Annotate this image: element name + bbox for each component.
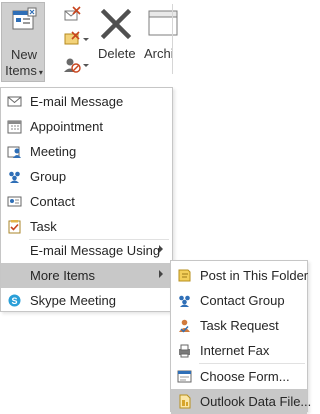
submenu-item-label: Internet Fax bbox=[200, 343, 270, 358]
submenu-arrow-icon bbox=[159, 270, 163, 278]
data-file-icon bbox=[179, 394, 191, 409]
menu-item-appointment[interactable]: Appointment bbox=[1, 114, 172, 139]
menu-item-label: Appointment bbox=[30, 119, 103, 134]
menu-item-label: Task bbox=[30, 219, 57, 234]
submenu-item-choose-form[interactable]: Choose Form... bbox=[171, 364, 307, 389]
delete-button[interactable]: Delete bbox=[94, 2, 140, 82]
new-items-menu: E-mail Message Appointment Meeting Group… bbox=[0, 87, 173, 312]
form-icon bbox=[177, 370, 192, 383]
submenu-item-label: Choose Form... bbox=[200, 369, 290, 384]
task-request-icon bbox=[179, 319, 190, 333]
archive-label: Archi bbox=[144, 46, 174, 61]
archive-button[interactable]: Archi bbox=[142, 2, 182, 82]
submenu-item-label: Post in This Folder bbox=[200, 268, 309, 283]
clean-up-icon[interactable] bbox=[63, 30, 89, 48]
contact-card-icon bbox=[7, 196, 22, 207]
new-items-label-line1: New bbox=[10, 47, 37, 62]
contact-group-icon bbox=[179, 295, 190, 307]
menu-item-label: Group bbox=[30, 169, 67, 184]
archive-icon bbox=[148, 10, 178, 36]
menu-item-more-items[interactable]: More Items bbox=[1, 263, 172, 288]
skype-icon: S bbox=[8, 294, 21, 307]
menu-item-label: E-mail Message bbox=[30, 94, 124, 109]
menu-item-label: Contact bbox=[30, 194, 75, 209]
submenu-item-task-request[interactable]: Task Request bbox=[171, 313, 307, 338]
menu-item-email-message-using[interactable]: E-mail Message Using bbox=[1, 238, 172, 263]
menu-item-skype-meeting[interactable]: S Skype Meeting bbox=[1, 288, 172, 313]
menu-item-label: E-mail Message Using bbox=[30, 243, 161, 258]
ribbon: New Items ▾ Delete Archi bbox=[0, 0, 310, 87]
junk-icon[interactable] bbox=[63, 56, 89, 74]
submenu-item-label: Outlook Data File... bbox=[200, 394, 312, 409]
new-items-label-line2: Items ▾ bbox=[5, 63, 43, 78]
submenu-arrow-icon bbox=[159, 245, 163, 253]
new-items-button[interactable]: New Items ▾ bbox=[1, 2, 45, 82]
menu-item-group[interactable]: Group bbox=[1, 164, 172, 189]
ribbon-divider bbox=[172, 4, 173, 74]
post-note-icon bbox=[178, 269, 191, 282]
submenu-item-post-in-this-folder[interactable]: Post in This Folder bbox=[171, 263, 309, 288]
menu-item-task[interactable]: Task bbox=[1, 214, 172, 239]
email-icon bbox=[7, 96, 22, 107]
submenu-item-label: Contact Group bbox=[200, 293, 285, 308]
svg-text:S: S bbox=[11, 296, 17, 306]
submenu-item-internet-fax[interactable]: Internet Fax bbox=[171, 338, 307, 363]
submenu-item-contact-group[interactable]: Contact Group bbox=[171, 288, 307, 313]
menu-item-label: More Items bbox=[30, 268, 96, 283]
menu-item-contact[interactable]: Contact bbox=[1, 189, 172, 214]
ignore-icon[interactable] bbox=[63, 6, 83, 24]
delete-x-icon bbox=[100, 8, 132, 40]
menu-item-label: Meeting bbox=[30, 144, 77, 159]
group-icon bbox=[9, 171, 20, 183]
delete-label: Delete bbox=[98, 46, 136, 61]
menu-item-email-message[interactable]: E-mail Message bbox=[1, 89, 172, 114]
submenu-item-label: Task Request bbox=[200, 318, 279, 333]
task-check-icon bbox=[8, 220, 21, 234]
menu-item-label: Skype Meeting bbox=[30, 293, 116, 308]
new-items-icon bbox=[12, 7, 37, 30]
submenu-item-outlook-data-file[interactable]: Outlook Data File... bbox=[171, 389, 311, 414]
fax-icon bbox=[179, 344, 190, 358]
calendar-icon bbox=[7, 120, 22, 134]
menu-item-meeting[interactable]: Meeting bbox=[1, 139, 172, 164]
dropdown-caret-icon: ▾ bbox=[38, 68, 43, 77]
meeting-icon bbox=[7, 146, 21, 158]
more-items-submenu: Post in This Folder Contact Group Task R… bbox=[170, 260, 311, 414]
small-ribbon-buttons bbox=[58, 2, 90, 82]
